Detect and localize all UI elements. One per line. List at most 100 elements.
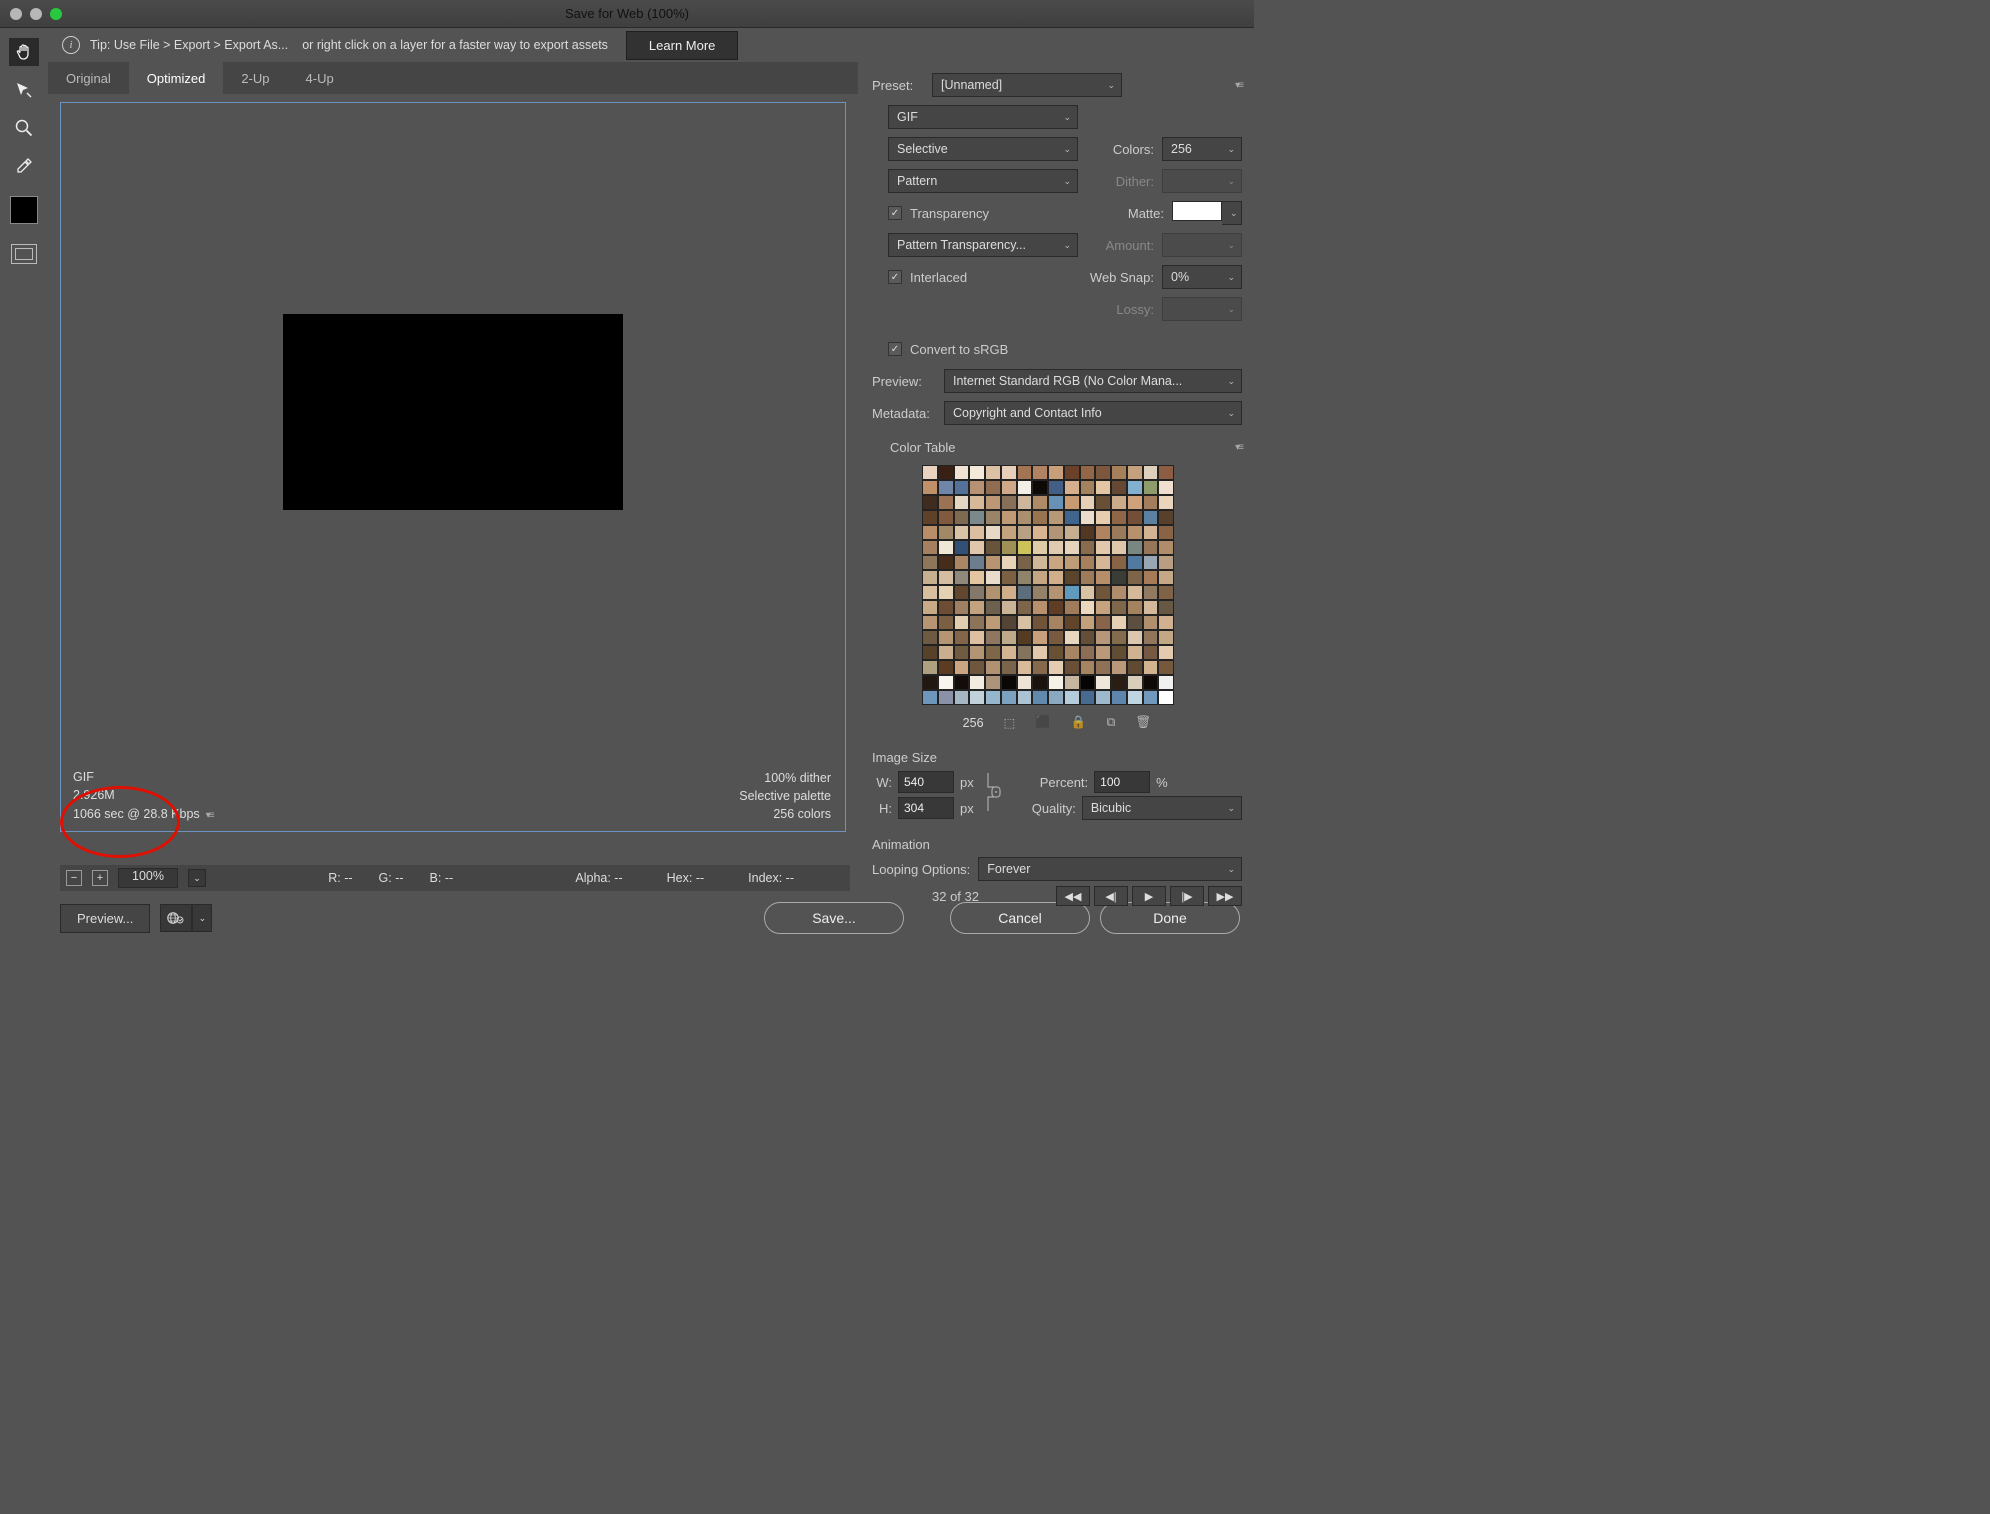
color-swatch[interactable] [1111,690,1127,705]
color-swatch[interactable] [922,555,938,570]
transparency-checkbox[interactable] [888,206,902,220]
canvas[interactable]: GIF 2.926M 1066 sec @ 28.8 Kbps▾≡ 100% d… [60,102,846,832]
color-swatch[interactable] [985,660,1001,675]
color-swatch[interactable] [954,630,970,645]
color-swatch[interactable] [1158,555,1174,570]
color-swatch[interactable] [1080,570,1096,585]
color-swatch[interactable] [1127,510,1143,525]
color-swatch[interactable] [1158,675,1174,690]
color-swatch[interactable] [1158,465,1174,480]
link-dimensions-icon[interactable] [982,769,1002,815]
color-swatch[interactable] [938,465,954,480]
color-swatch[interactable] [969,600,985,615]
color-table-grid[interactable] [922,465,1174,705]
color-swatch[interactable] [1001,525,1017,540]
color-swatch[interactable] [1143,690,1159,705]
color-swatch[interactable] [1143,465,1159,480]
color-swatch[interactable] [1017,585,1033,600]
preview-profile-dropdown[interactable]: Internet Standard RGB (No Color Mana...⌄ [944,369,1242,393]
color-swatch[interactable] [1001,690,1017,705]
color-swatch[interactable] [1080,465,1096,480]
color-swatch[interactable] [1001,510,1017,525]
color-swatch[interactable] [1095,525,1111,540]
color-swatch[interactable] [1001,615,1017,630]
color-swatch[interactable] [969,585,985,600]
color-swatch[interactable] [1032,555,1048,570]
color-swatch[interactable] [1032,630,1048,645]
color-swatch[interactable] [1143,660,1159,675]
color-swatch[interactable] [922,690,938,705]
color-swatch[interactable] [938,645,954,660]
snap-to-web-icon[interactable]: ⬚ [1004,715,1016,730]
color-swatch[interactable] [1127,495,1143,510]
color-swatch[interactable] [1017,465,1033,480]
color-swatch[interactable] [954,555,970,570]
color-swatch[interactable] [1080,600,1096,615]
eyedropper-color-swatch[interactable] [10,196,38,224]
color-swatch[interactable] [1111,675,1127,690]
zoom-tool[interactable] [9,114,39,142]
color-swatch[interactable] [1017,660,1033,675]
color-swatch[interactable] [1111,615,1127,630]
color-swatch[interactable] [1127,585,1143,600]
color-swatch[interactable] [1017,570,1033,585]
color-swatch[interactable] [1095,630,1111,645]
color-swatch[interactable] [1095,555,1111,570]
web-snap-dropdown[interactable]: 0%⌄ [1162,265,1242,289]
last-frame-button[interactable]: ▶▶ [1208,886,1242,906]
eyedropper-tool[interactable] [9,152,39,180]
browser-preview-dropdown[interactable]: ⌄ [192,904,212,932]
color-swatch[interactable] [938,540,954,555]
color-table-flyout-icon[interactable]: ▾≡ [1235,442,1242,453]
preset-dropdown[interactable]: [Unnamed]⌄ [932,73,1122,97]
color-swatch[interactable] [1032,480,1048,495]
color-swatch[interactable] [1111,585,1127,600]
color-swatch[interactable] [954,675,970,690]
color-swatch[interactable] [969,480,985,495]
color-swatch[interactable] [922,540,938,555]
color-swatch[interactable] [1127,540,1143,555]
color-swatch[interactable] [1143,495,1159,510]
color-swatch[interactable] [1048,690,1064,705]
color-swatch[interactable] [1111,600,1127,615]
color-swatch[interactable] [1111,540,1127,555]
color-swatch[interactable] [1143,510,1159,525]
color-swatch[interactable] [1143,630,1159,645]
color-swatch[interactable] [1064,570,1080,585]
color-swatch[interactable] [969,690,985,705]
tab-optimized[interactable]: Optimized [129,62,224,94]
width-field[interactable] [898,771,954,793]
percent-field[interactable] [1094,771,1150,793]
color-swatch[interactable] [1095,510,1111,525]
color-swatch[interactable] [1080,630,1096,645]
color-swatch[interactable] [1111,480,1127,495]
color-swatch[interactable] [1080,585,1096,600]
color-swatch[interactable] [1080,660,1096,675]
color-swatch[interactable] [1158,690,1174,705]
color-swatch[interactable] [1127,570,1143,585]
color-swatch[interactable] [938,585,954,600]
color-swatch[interactable] [938,600,954,615]
color-swatch[interactable] [1048,675,1064,690]
color-swatch[interactable] [1095,690,1111,705]
color-swatch[interactable] [1017,690,1033,705]
color-swatch[interactable] [969,660,985,675]
color-swatch[interactable] [1064,555,1080,570]
color-swatch[interactable] [938,570,954,585]
color-swatch[interactable] [1001,675,1017,690]
color-swatch[interactable] [969,465,985,480]
color-swatch[interactable] [1032,615,1048,630]
color-swatch[interactable] [1017,555,1033,570]
color-swatch[interactable] [1127,525,1143,540]
matte-dropdown[interactable]: ⌄ [1222,201,1242,225]
prev-frame-button[interactable]: ◀| [1094,886,1128,906]
color-swatch[interactable] [1048,495,1064,510]
color-swatch[interactable] [954,690,970,705]
color-swatch[interactable] [1064,615,1080,630]
color-swatch[interactable] [985,525,1001,540]
color-swatch[interactable] [985,555,1001,570]
color-swatch[interactable] [1001,600,1017,615]
color-swatch[interactable] [1017,630,1033,645]
color-swatch[interactable] [954,540,970,555]
zoom-out-button[interactable]: − [66,870,82,886]
